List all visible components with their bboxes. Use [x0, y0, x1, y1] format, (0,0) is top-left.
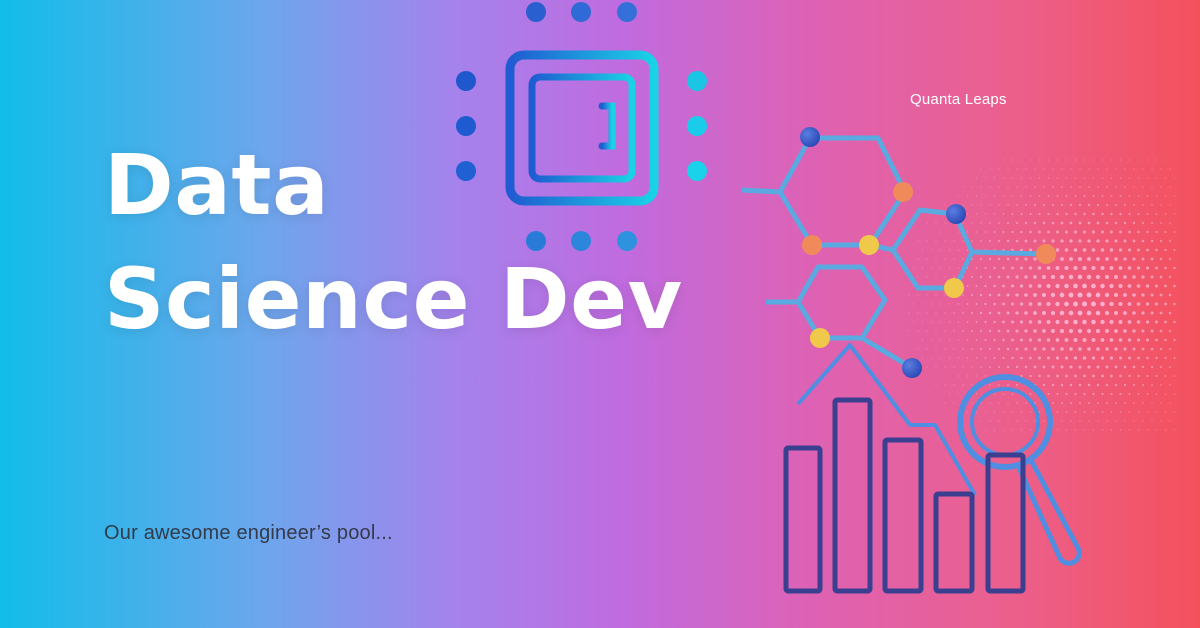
bar-chart-icon: [783, 397, 1026, 594]
title-line-1: Data: [104, 136, 330, 234]
title-line-2: Science Dev: [104, 250, 683, 348]
magnifier-icon: [957, 374, 1082, 566]
banner: Data Science Dev Quanta Leaps Our awesom…: [0, 0, 1200, 628]
page-title: Data Science Dev: [104, 128, 683, 356]
tagline: Our awesome engineer’s pool...: [104, 522, 393, 544]
brand-name: Quanta Leaps: [910, 91, 1007, 108]
molecule-icon: [741, 135, 1047, 371]
